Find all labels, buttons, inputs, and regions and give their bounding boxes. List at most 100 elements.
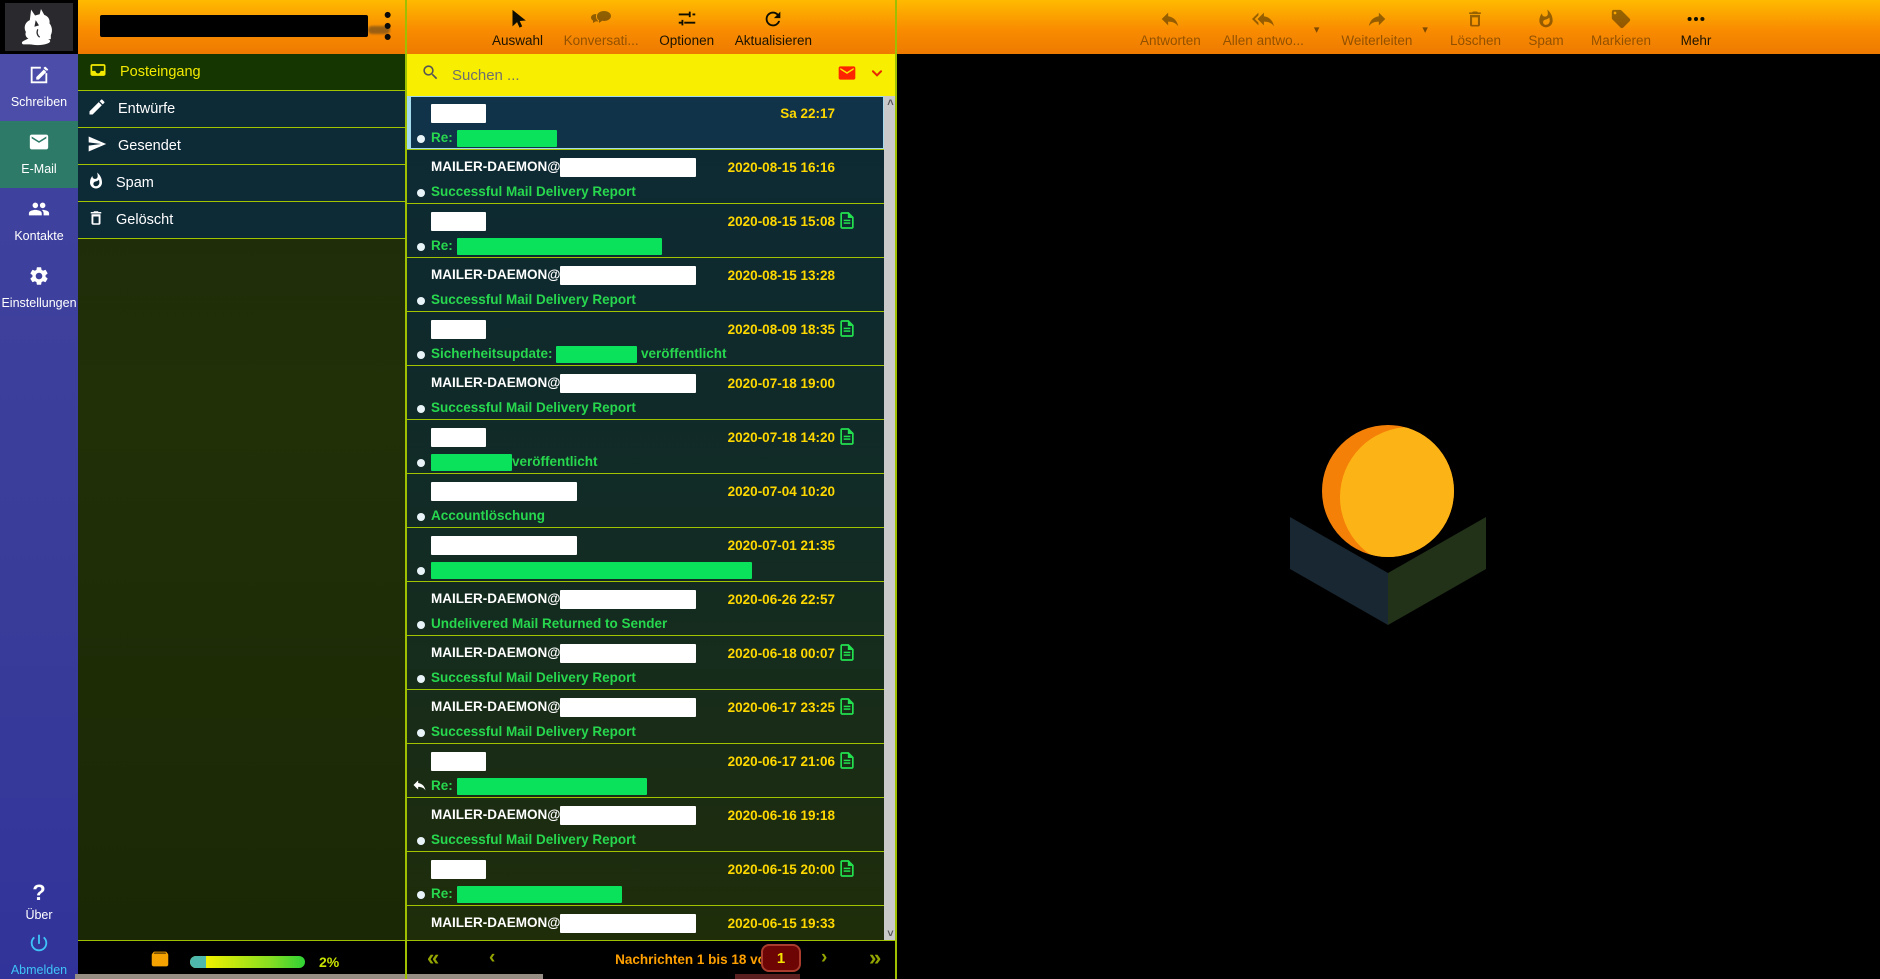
account-name-redaction (100, 15, 368, 37)
subject-redaction (457, 130, 557, 147)
message-sender (431, 752, 486, 771)
message-row[interactable]: MAILER-DAEMON@ 2020-06-17 23:25 Successf… (407, 690, 884, 744)
message-row[interactable]: MAILER-DAEMON@ 2020-08-15 16:16 Successf… (407, 150, 884, 204)
reply-button[interactable]: Antworten (1140, 7, 1201, 48)
message-subject: Re: (431, 238, 662, 253)
pane-border-right (895, 0, 897, 979)
prev-page-button[interactable]: ‹ (489, 947, 495, 969)
pane-border-left (405, 0, 407, 979)
sidebar-item-logout[interactable]: Abmelden (0, 922, 78, 979)
message-row[interactable]: 2020-08-15 15:08 Re: (407, 204, 884, 258)
list-toolbar: Auswahl Konversati... Optionen Aktualisi… (492, 7, 812, 48)
message-subject: Successful Mail Delivery Report (431, 184, 636, 199)
top-bar: ••• Auswahl Konversati... Optionen (0, 0, 1880, 54)
message-list-pane: Sa 22:17 Re: MAILER-DAEMON@ 2020-08-15 1… (407, 54, 897, 941)
sender-redaction (431, 752, 486, 771)
sidebar-item-mail[interactable]: E-Mail (0, 121, 78, 188)
folder-inbox[interactable]: Posteingang (78, 54, 407, 91)
message-date: 2020-06-15 20:00 (728, 862, 835, 877)
sender-redaction (431, 212, 486, 231)
app-logo-box[interactable] (0, 0, 78, 54)
message-row[interactable]: MAILER-DAEMON@ 2020-06-16 19:18 Successf… (407, 798, 884, 852)
mark-button[interactable]: Markieren (1591, 7, 1651, 48)
pane-border-bottom (78, 940, 897, 941)
sender-redaction (560, 644, 696, 663)
sidebar-item-settings[interactable]: Einstellungen (0, 255, 78, 322)
account-menu-kebab-icon[interactable]: ••• (384, 10, 391, 43)
folder-spam[interactable]: Spam (78, 165, 407, 202)
message-row[interactable]: Sa 22:17 Re: (407, 96, 884, 150)
reply-all-button[interactable]: Allen antwo... (1223, 7, 1304, 48)
message-row[interactable]: 2020-06-17 21:06 Re: (407, 744, 884, 798)
message-subject: Accountlöschung (431, 508, 545, 523)
message-subject: Successful Mail Delivery Report (431, 400, 636, 415)
message-date: 2020-08-09 18:35 (728, 322, 835, 337)
quota-indicator: 2% (148, 948, 339, 975)
storage-drive-icon (148, 948, 172, 975)
message-view-pane (897, 54, 1880, 979)
last-page-button[interactable]: » (869, 945, 881, 971)
message-sender: MAILER-DAEMON@ (431, 644, 696, 663)
options-button[interactable]: Optionen (659, 7, 714, 48)
conversations-icon (589, 7, 613, 31)
trash-icon (1465, 7, 1485, 31)
unread-dot-icon (417, 189, 425, 197)
message-sender: MAILER-DAEMON@ (431, 698, 696, 717)
next-page-button[interactable]: › (821, 947, 827, 969)
sender-redaction (431, 428, 486, 447)
send-icon (87, 134, 107, 158)
search-input[interactable] (450, 66, 835, 85)
refresh-button[interactable]: Aktualisieren (735, 7, 812, 48)
quota-percent-label: 2% (319, 954, 339, 970)
sender-text: MAILER-DAEMON@ (431, 645, 560, 660)
message-row[interactable]: 2020-08-09 18:35 Sicherheitsupdate: verö… (407, 312, 884, 366)
folder-trash[interactable]: Gelöscht (78, 202, 407, 239)
message-row[interactable]: 2020-06-15 20:00 Re: (407, 852, 884, 906)
unread-dot-icon (417, 513, 425, 521)
message-row[interactable]: MAILER-DAEMON@ 2020-06-15 19:33 Successf… (407, 906, 884, 941)
message-date: 2020-06-18 00:07 (728, 646, 835, 661)
more-button[interactable]: Mehr (1673, 7, 1719, 48)
select-button[interactable]: Auswahl (492, 7, 543, 48)
spam-button[interactable]: Spam (1523, 7, 1569, 48)
pencil-icon (87, 97, 107, 121)
message-date: 2020-07-18 14:20 (728, 430, 835, 445)
message-subject (431, 562, 752, 577)
sender-redaction (560, 698, 696, 717)
message-sender: MAILER-DAEMON@ (431, 914, 696, 933)
folder-sent[interactable]: Gesendet (78, 128, 407, 165)
message-row[interactable]: MAILER-DAEMON@ 2020-08-15 13:28 Successf… (407, 258, 884, 312)
tag-icon (1610, 7, 1632, 31)
forward-button[interactable]: Weiterleiten (1341, 7, 1412, 48)
sidebar-item-contacts[interactable]: Kontakte (0, 188, 78, 255)
message-row[interactable]: MAILER-DAEMON@ 2020-06-18 00:07 Successf… (407, 636, 884, 690)
message-sender (431, 860, 486, 879)
message-sender: MAILER-DAEMON@ (431, 266, 696, 285)
power-icon (28, 932, 50, 959)
message-date: Sa 22:17 (780, 106, 835, 121)
quota-progress-bar (190, 956, 305, 968)
fox-logo-icon (5, 3, 73, 51)
conversations-button[interactable]: Konversati... (564, 7, 639, 48)
forward-caret-icon[interactable]: ▾ (1422, 23, 1428, 36)
unread-dot-icon (417, 459, 425, 467)
message-row[interactable]: 2020-07-18 14:20 veröffentlicht (407, 420, 884, 474)
message-row[interactable]: MAILER-DAEMON@ 2020-06-26 22:57 Undelive… (407, 582, 884, 636)
unread-dot-icon (417, 243, 425, 251)
message-row[interactable]: 2020-07-01 21:35 (407, 528, 884, 582)
message-row[interactable]: MAILER-DAEMON@ 2020-07-18 19:00 Successf… (407, 366, 884, 420)
sidebar-item-compose[interactable]: Schreiben (0, 54, 78, 121)
sender-redaction (431, 104, 486, 123)
unseen-filter-envelope-icon[interactable] (835, 63, 859, 88)
app-sidebar: Schreiben E-Mail Kontakte Einstellungen … (0, 54, 78, 979)
message-row[interactable]: 2020-07-04 10:20 Accountlöschung (407, 474, 884, 528)
delete-button[interactable]: Löschen (1450, 7, 1501, 48)
reply-all-caret-icon[interactable]: ▾ (1314, 23, 1320, 36)
first-page-button[interactable]: « (427, 945, 439, 971)
flame-icon (1536, 7, 1556, 31)
message-subject: Re: (431, 778, 647, 793)
folder-drafts[interactable]: Entwürfe (78, 91, 407, 128)
search-dropdown-chevron-icon[interactable] (869, 66, 885, 85)
message-date: 2020-08-15 15:08 (728, 214, 835, 229)
current-page-button[interactable]: 1 (761, 944, 801, 972)
